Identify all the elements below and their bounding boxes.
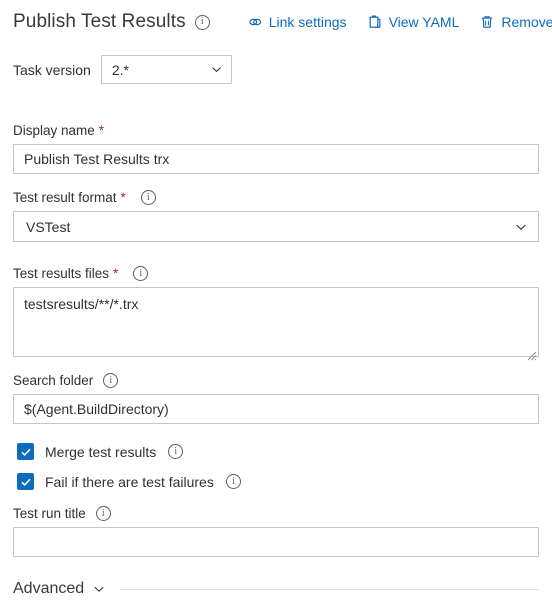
search-folder-label-text: Search folder — [13, 373, 94, 388]
task-version-value: 2.* — [111, 61, 129, 78]
link-icon — [247, 14, 263, 30]
task-editor-panel: Publish Test Results Link settings — [0, 0, 552, 611]
search-folder-field: Search folder — [13, 373, 539, 424]
info-icon[interactable] — [194, 14, 210, 30]
clipboard-icon — [367, 14, 383, 30]
test-run-title-label-text: Test run title — [13, 506, 86, 521]
task-version-select[interactable]: 2.* — [100, 55, 232, 84]
chevron-down-icon — [92, 582, 106, 596]
test-run-title-input[interactable] — [13, 527, 539, 557]
header-actions: Link settings View YAML Remove — [247, 14, 552, 30]
advanced-label: Advanced — [13, 580, 85, 597]
test-result-format-label-text: Test result format — [13, 190, 117, 205]
required-asterisk: * — [120, 190, 126, 205]
merge-test-results-row: Merge test results — [17, 443, 184, 460]
info-icon[interactable] — [140, 190, 156, 205]
info-icon[interactable] — [168, 444, 184, 459]
search-folder-input[interactable] — [13, 394, 539, 424]
test-run-title-label: Test run title — [13, 506, 539, 521]
search-folder-label: Search folder — [13, 373, 539, 388]
test-result-format-value: VSTest — [26, 218, 71, 235]
merge-test-results-label: Merge test results — [45, 443, 157, 460]
link-settings-label: Link settings — [268, 14, 347, 30]
remove-label: Remove — [501, 14, 552, 30]
chevron-down-icon — [210, 63, 223, 76]
test-result-format-select[interactable]: VSTest — [13, 211, 539, 242]
task-version-label: Task version — [13, 61, 91, 78]
test-results-files-label-text: Test results files — [13, 266, 110, 281]
info-icon[interactable] — [225, 474, 241, 489]
view-yaml-label: View YAML — [388, 14, 460, 30]
test-run-title-field: Test run title — [13, 506, 539, 557]
fail-if-test-failures-row: Fail if there are test failures — [17, 473, 241, 490]
view-yaml-button[interactable]: View YAML — [367, 14, 460, 30]
fail-if-test-failures-checkbox[interactable] — [17, 473, 34, 490]
test-results-files-field: Test results files * testsresults/**/*.t… — [13, 266, 539, 362]
task-version-row: Task version 2.* — [13, 55, 232, 84]
test-results-files-textarea[interactable]: testsresults/**/*.trx — [13, 287, 539, 357]
merge-test-results-checkbox[interactable] — [17, 443, 34, 460]
link-settings-button[interactable]: Link settings — [247, 14, 347, 30]
info-icon[interactable] — [133, 266, 149, 281]
test-results-files-label: Test results files * — [13, 266, 539, 281]
required-asterisk: * — [98, 123, 105, 138]
trash-icon — [479, 14, 495, 30]
display-name-field: Display name * — [13, 123, 539, 174]
test-result-format-label: Test result format * — [13, 190, 539, 205]
fail-if-test-failures-label: Fail if there are test failures — [45, 473, 214, 490]
required-asterisk: * — [113, 266, 119, 281]
divider — [120, 588, 539, 590]
info-icon[interactable] — [95, 506, 111, 521]
info-icon[interactable] — [103, 373, 119, 388]
display-name-label-text: Display name — [13, 123, 95, 138]
remove-button[interactable]: Remove — [479, 14, 552, 30]
display-name-label: Display name * — [13, 123, 539, 138]
page-title: Publish Test Results — [13, 11, 186, 32]
panel-header: Publish Test Results Link settings — [0, 0, 552, 44]
chevron-down-icon — [514, 220, 528, 234]
test-result-format-field: Test result format * VSTest — [13, 190, 539, 242]
advanced-expander[interactable]: Advanced — [13, 580, 539, 598]
test-results-files-textarea-wrap: testsresults/**/*.trx — [13, 287, 539, 362]
display-name-input[interactable] — [13, 144, 539, 174]
